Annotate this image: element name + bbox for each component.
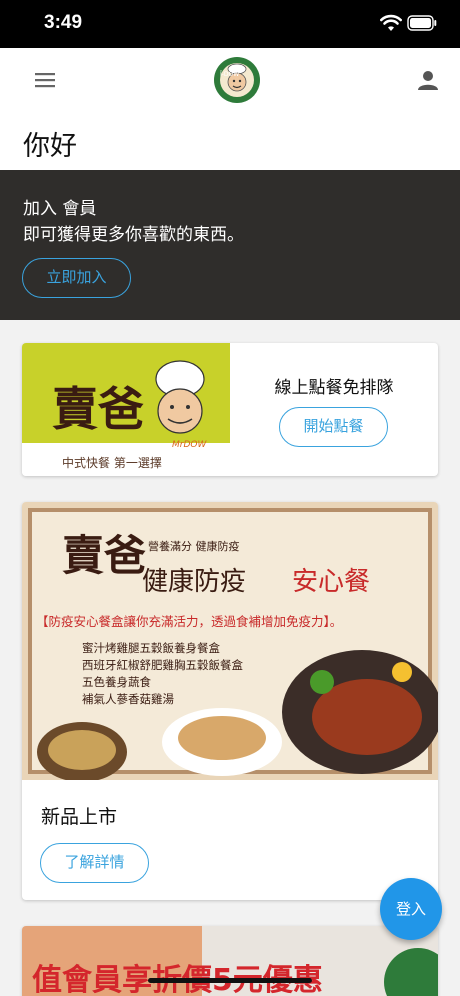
wifi-icon (380, 14, 402, 31)
new-product-poster: 賣爸 營養滿分 健康防疫 健康防疫 安心餐 【防疫安心餐盒讓你充滿活力，透過食補… (22, 502, 438, 780)
svg-text:賣爸: 賣爸 (52, 382, 144, 436)
start-order-button[interactable]: 開始點餐 (279, 407, 388, 447)
join-line-2: 即可獲得更多你喜歡的東西。 (23, 225, 244, 245)
svg-text:五色養身蔬食: 五色養身蔬食 (82, 675, 151, 689)
svg-text:Ï-DOW: Ï-DOW (220, 71, 239, 78)
greeting-section: 你好 (0, 112, 460, 170)
order-card-title: 線上點餐免排隊 (274, 378, 394, 398)
svg-text:蜜汁烤雞腿五穀飯養身餐盒: 蜜汁烤雞腿五穀飯養身餐盒 (82, 641, 220, 655)
app-bar: Ï-DOW (0, 48, 460, 112)
learn-more-button[interactable]: 了解詳情 (40, 843, 149, 883)
promo-card: 值會員享折價5元優惠 (22, 926, 438, 996)
member-promo-image: 值會員享折價5元優惠 (22, 926, 438, 996)
svg-text:西班牙紅椒舒肥雞胸五穀飯餐盒: 西班牙紅椒舒肥雞胸五穀飯餐盒 (82, 658, 243, 672)
status-bar: 3:49 (0, 0, 460, 48)
greeting-title: 你好 (23, 131, 77, 162)
status-time: 3:49 (44, 12, 83, 33)
home-indicator (148, 978, 312, 983)
svg-text:賣爸: 賣爸 (62, 531, 146, 580)
menu-icon[interactable] (33, 70, 57, 90)
brand-logo[interactable]: Ï-DOW (213, 56, 261, 104)
svg-text:營養滿分 健康防疫: 營養滿分 健康防疫 (148, 539, 240, 553)
svg-text:中式快餐 第一選擇: 中式快餐 第一選擇 (62, 455, 162, 470)
login-fab[interactable]: 登入 (380, 878, 442, 940)
join-line-1: 加入 會員 (23, 199, 97, 219)
order-banner-image: 賣爸 MrDOW 中式快餐 第一選擇 (22, 343, 230, 476)
order-card: 賣爸 MrDOW 中式快餐 第一選擇 線上點餐免排隊 開始點餐 (22, 343, 438, 476)
svg-text:安心餐: 安心餐 (292, 567, 370, 597)
svg-text:MrDOW: MrDOW (172, 440, 207, 450)
svg-text:【防疫安心餐盒讓你充滿活力，透過食補增加免疫力】。: 【防疫安心餐盒讓你充滿活力，透過食補增加免疫力】。 (36, 614, 342, 629)
join-member-panel: 加入 會員 即可獲得更多你喜歡的東西。 立即加入 (0, 170, 460, 320)
news-card-title: 新品上市 (41, 806, 118, 828)
battery-icon (407, 15, 437, 31)
user-account-icon[interactable] (416, 68, 440, 92)
join-now-button[interactable]: 立即加入 (22, 258, 131, 298)
svg-text:健康防疫: 健康防疫 (142, 567, 246, 597)
news-card: 賣爸 營養滿分 健康防疫 健康防疫 安心餐 【防疫安心餐盒讓你充滿活力，透過食補… (22, 502, 438, 900)
svg-text:補氣人蔘香菇雞湯: 補氣人蔘香菇雞湯 (82, 692, 174, 706)
